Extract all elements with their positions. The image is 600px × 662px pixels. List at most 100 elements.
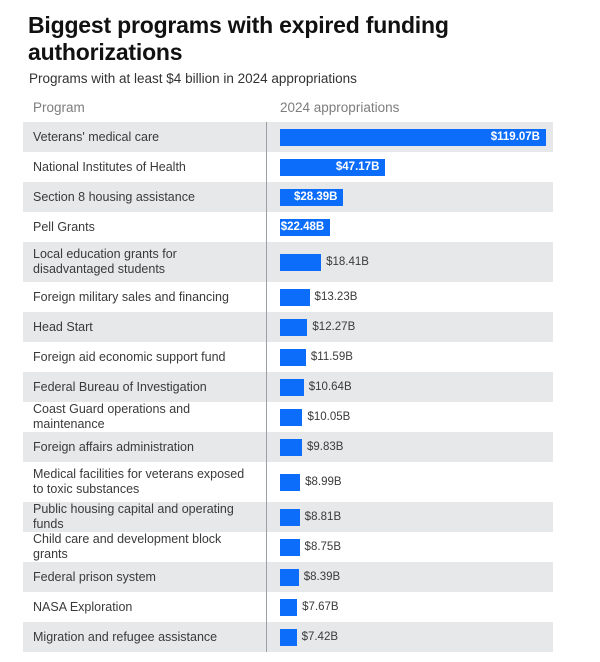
bar-value-label: $8.99B [305,476,342,488]
table-row[interactable]: Child care and development block grants $… [0,532,600,562]
program-label: Child care and development block grants [33,532,222,561]
table-row[interactable]: Foreign military sales and financing $13.… [0,282,600,312]
bar-container: $9.83B [280,432,600,462]
program-label: Migration and refugee assistance [33,629,218,644]
value-bar[interactable] [280,378,304,396]
bar-container: $8.75B [280,532,600,562]
program-label: Medical facilities for veterans exposed … [33,467,245,496]
bar-container: $10.64B [280,372,600,402]
bar-value-label: $7.67B [302,601,339,613]
column-divider [266,462,267,502]
table-row[interactable]: Foreign aid economic support fund $11.59B [0,342,600,372]
table-row[interactable]: Coast Guard operations and maintenance $1… [0,402,600,432]
table-row[interactable]: Local education grants for disadvantaged… [0,242,600,282]
program-label: Coast Guard operations and maintenance [33,402,191,431]
program-label: Foreign affairs administration [33,439,194,454]
bar-container: $8.39B [280,562,600,592]
value-bar[interactable] [280,348,306,366]
table-row[interactable]: Migration and refugee assistance $7.42B [0,622,600,652]
bar-container: $10.05B [280,402,600,432]
column-divider [266,502,267,532]
table-row[interactable]: Head Start $12.27B [0,312,600,342]
value-bar[interactable] [280,508,300,526]
table-row[interactable]: Foreign affairs administration $9.83B [0,432,600,462]
page-subtitle: Programs with at least $4 billion in 202… [29,71,357,86]
value-bar[interactable] [280,628,297,646]
bar-container: $11.59B [280,342,600,372]
program-label: Veterans' medical care [33,129,160,144]
program-label: Foreign military sales and financing [33,289,229,304]
column-divider [266,372,267,402]
program-label: NASA Exploration [33,599,133,614]
value-bar[interactable]: $47.17B [280,158,386,176]
bar-value-label: $10.05B [307,411,351,423]
bar-value-label: $8.75B [304,541,341,553]
value-bar[interactable]: $28.39B [280,188,344,206]
bar-container: $8.81B [280,502,600,532]
column-header-row: Program 2024 appropriations [0,100,600,122]
bar-container: $18.41B [280,242,600,282]
value-bar[interactable] [280,538,300,556]
column-divider [266,592,267,622]
bar-container: $13.23B [280,282,600,312]
table-row[interactable]: Pell Grants $22.48B [0,212,600,242]
bar-container: $22.48B [280,212,600,242]
column-header-program: Program [33,100,85,115]
column-divider [266,152,267,182]
value-bar[interactable] [280,408,303,426]
value-bar[interactable] [280,568,299,586]
table-row[interactable]: Federal Bureau of Investigation $10.64B [0,372,600,402]
program-label: Public housing capital and operating fun… [33,502,234,531]
bar-value-label: $28.39B [293,191,338,203]
bar-value-label: $7.42B [301,631,339,643]
table-row[interactable]: NASA Exploration $7.67B [0,592,600,622]
bar-value-label: $119.07B [490,131,540,143]
bar-value-label: $47.17B [335,161,380,173]
bar-value-label: $11.59B [310,351,353,363]
column-header-appropriations: 2024 appropriations [280,100,400,115]
table-row[interactable]: Federal prison system $8.39B [0,562,600,592]
value-bar[interactable] [280,318,308,336]
bar-container: $12.27B [280,312,600,342]
column-divider [266,312,267,342]
value-bar[interactable] [280,288,310,306]
column-divider [266,532,267,562]
program-label: Federal prison system [33,569,156,584]
program-label: Section 8 housing assistance [33,189,195,204]
bar-value-label: $8.81B [304,511,342,523]
value-bar[interactable] [280,438,302,456]
column-divider [266,432,267,462]
value-bar[interactable] [280,253,322,271]
chart-page: Biggest programs with expired funding au… [0,0,600,662]
column-divider [266,342,267,372]
bar-value-label: $13.23B [314,291,358,303]
column-divider [266,622,267,652]
bar-container: $47.17B [280,152,600,182]
bar-value-label: $18.41B [326,256,369,268]
table-row[interactable]: National Institutes of Health $47.17B [0,152,600,182]
bar-value-label: $12.27B [312,321,356,333]
program-label: Foreign aid economic support fund [33,349,226,364]
column-divider [266,122,267,152]
table-row[interactable]: Veterans' medical care $119.07B [0,122,600,152]
program-label: Local education grants for disadvantaged… [33,247,177,276]
table-row[interactable]: Public housing capital and operating fun… [0,502,600,532]
table-row[interactable]: Section 8 housing assistance $28.39B [0,182,600,212]
bar-container: $28.39B [280,182,600,212]
program-label: Pell Grants [33,219,95,234]
program-label: National Institutes of Health [33,159,186,174]
bar-value-label: $10.64B [308,381,352,393]
column-divider [266,182,267,212]
table-row[interactable]: Medical facilities for veterans exposed … [0,462,600,502]
value-bar[interactable] [280,598,298,616]
value-bar[interactable]: $119.07B [280,128,546,146]
bar-value-label: $22.48B [280,221,325,233]
bar-value-label: $9.83B [306,441,344,453]
column-divider [266,282,267,312]
page-title: Biggest programs with expired funding au… [28,12,449,65]
bar-container: $7.42B [280,622,600,652]
bar-container: $8.99B [280,462,600,502]
value-bar[interactable]: $22.48B [280,218,331,236]
value-bar[interactable] [280,473,301,491]
bar-value-label: $8.39B [303,571,341,583]
